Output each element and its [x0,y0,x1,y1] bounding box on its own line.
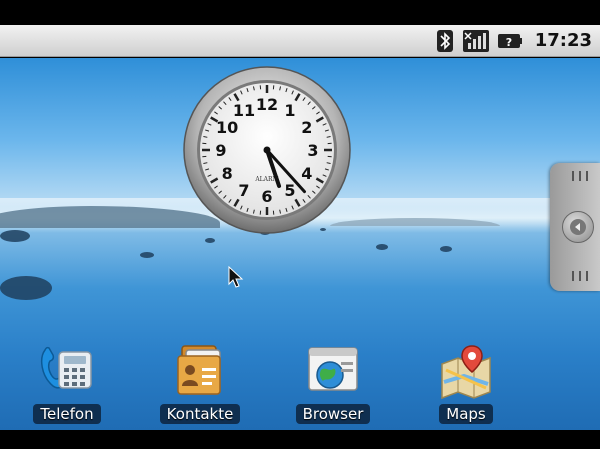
signal-no-sim-icon [462,29,489,52]
svg-text:?: ? [506,36,512,49]
clock-numeral: 8 [222,164,233,183]
browser-icon [301,342,365,402]
rock [0,276,52,300]
left-arrow-button[interactable] [562,211,594,243]
status-time: 17:23 [534,30,592,51]
clock-numeral: 6 [261,187,272,206]
mouse-cursor-icon [228,266,244,288]
app-label: Browser [295,404,371,424]
app-label: Kontakte [159,404,241,424]
analog-clock-widget[interactable]: 12 1 2 3 4 5 6 7 8 9 10 11 ALARM [182,65,352,235]
rock [440,246,452,252]
app-telefon[interactable]: Telefon [17,342,117,424]
clock-numeral: 11 [233,101,255,120]
clock-numeral: 5 [284,181,295,200]
clock-numeral: 1 [284,101,295,120]
clock-numeral: 4 [301,164,312,183]
play-left-icon [570,219,586,235]
clock-numeral: 3 [307,141,318,160]
bluetooth-icon [435,29,455,52]
clock-numeral: 10 [216,118,238,137]
rock [376,244,388,250]
app-browser[interactable]: Browser [283,342,383,424]
grip-bottom [572,271,588,281]
rock [205,238,215,243]
clock-numeral: 9 [215,141,226,160]
clock-numeral: 2 [301,118,312,137]
android-home-screen: ? 17:23 12 1 2 3 4 5 6 7 8 9 10 11 ALARM… [0,0,600,449]
bottom-bar [0,430,600,449]
rock [0,230,30,242]
rock [140,252,154,258]
app-kontakte[interactable]: Kontakte [150,342,250,424]
clock-numeral: 7 [238,181,249,200]
app-maps[interactable]: Maps [416,342,516,424]
maps-icon [434,342,498,402]
app-label: Maps [439,404,493,424]
grip-top [572,171,588,181]
drawer-side-handle[interactable] [550,163,600,291]
contacts-icon [168,342,232,402]
phone-icon [35,342,99,402]
app-label: Telefon [33,404,101,424]
battery-unknown-icon: ? [497,30,523,52]
clock-numeral: 12 [256,95,278,114]
status-bar[interactable]: ? 17:23 [0,25,600,57]
